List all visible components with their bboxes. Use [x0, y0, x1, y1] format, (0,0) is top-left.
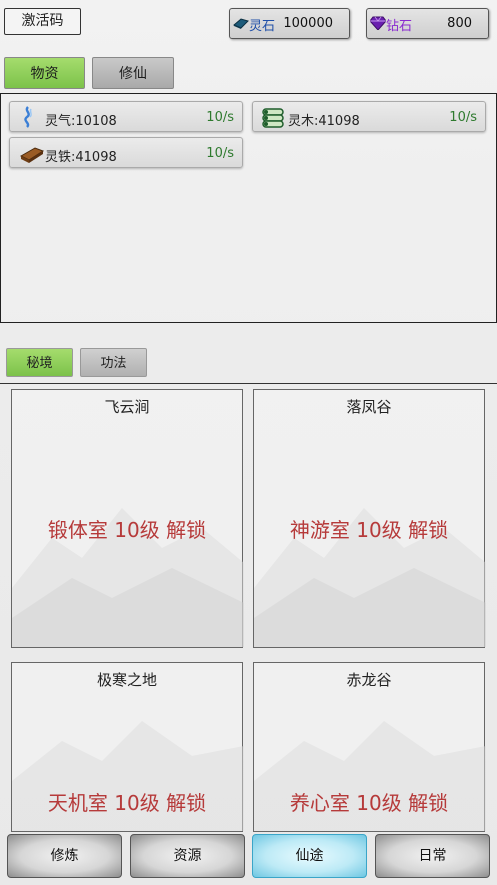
spirit-stone-value: 100000 — [283, 16, 333, 31]
nav-cultivate-button[interactable]: 修炼 — [7, 834, 122, 878]
diamond-icon — [370, 16, 386, 30]
resource-item-spirit-qi: 灵气:10108 10/s — [9, 101, 243, 132]
spirit-qi-icon — [24, 106, 32, 128]
realm-unlock-requirement: 天机室 10级 解锁 — [47, 791, 207, 815]
diamond-display: 钻石 800 — [366, 8, 489, 39]
realm-unlock-requirement: 锻体室 10级 解锁 — [47, 518, 207, 542]
spirit-stone-label: 灵石 — [249, 19, 276, 34]
tab-materials[interactable]: 物资 — [4, 57, 85, 89]
realm-card-feiyunjian[interactable]: 飞云涧 锻体室 10级 解锁 — [11, 389, 244, 648]
tab-skills[interactable]: 功法 — [80, 348, 147, 377]
diamond-value: 800 — [447, 16, 472, 31]
resource-label: 灵铁:41098 — [45, 150, 117, 165]
resource-label: 灵木:41098 — [288, 114, 360, 129]
resource-label: 灵气:10108 — [45, 114, 117, 129]
realm-card-luofenggu[interactable]: 落凤谷 神游室 10级 解锁 — [253, 389, 486, 648]
divider — [0, 383, 497, 384]
spirit-stone-icon — [233, 18, 249, 29]
resource-rate: 10/s — [449, 110, 477, 125]
realm-card-chilonggu[interactable]: 赤龙谷 养心室 10级 解锁 — [253, 662, 486, 832]
spirit-iron-icon — [19, 147, 45, 163]
realm-name: 飞云涧 — [104, 398, 150, 416]
spirit-wood-icon — [262, 108, 284, 128]
tab-secret-realm[interactable]: 秘境 — [6, 348, 73, 377]
resource-rate: 10/s — [206, 110, 234, 125]
activate-code-button[interactable]: 激活码 — [4, 8, 81, 35]
tab-cultivation[interactable]: 修仙 — [92, 57, 174, 89]
spirit-stone-display: 灵石 100000 — [229, 8, 350, 39]
realm-unlock-requirement: 神游室 10级 解锁 — [289, 518, 449, 542]
realm-name: 落凤谷 — [346, 398, 392, 416]
resource-item-spirit-iron: 灵铁:41098 10/s — [9, 137, 243, 168]
realm-name: 赤龙谷 — [346, 671, 392, 689]
realm-unlock-requirement: 养心室 10级 解锁 — [289, 791, 449, 815]
nav-resources-button[interactable]: 资源 — [130, 834, 245, 878]
resource-item-spirit-wood: 灵木:41098 10/s — [252, 101, 486, 132]
diamond-label: 钻石 — [386, 19, 413, 34]
realm-name: 极寒之地 — [96, 671, 157, 689]
nav-immortal-path-button[interactable]: 仙途 — [252, 834, 367, 878]
nav-daily-button[interactable]: 日常 — [375, 834, 490, 878]
resource-rate: 10/s — [206, 146, 234, 161]
realm-card-jihanzhidi[interactable]: 极寒之地 天机室 10级 解锁 — [11, 662, 244, 832]
